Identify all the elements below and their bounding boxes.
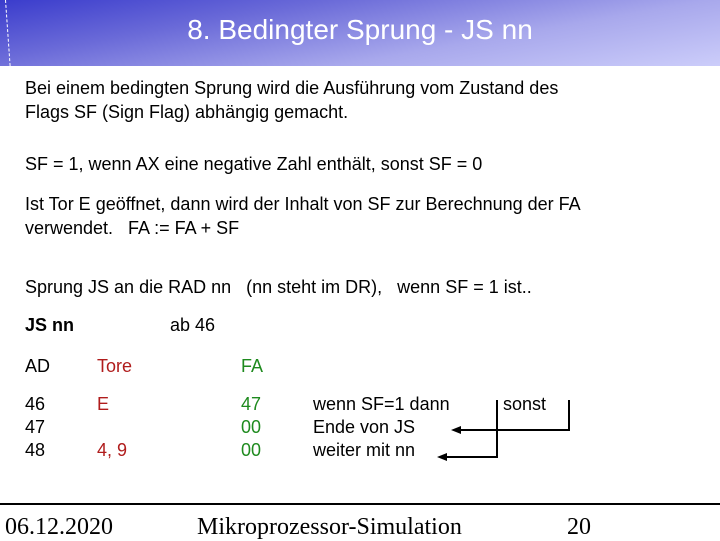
- flow-arrows: [437, 400, 570, 461]
- footer-title: Mikroprozessor-Simulation: [197, 514, 462, 540]
- arrow-else-branch: [460, 400, 570, 431]
- arrow-head-weiter: [437, 453, 447, 461]
- arrow-head-ende: [451, 426, 461, 434]
- footer-date: 06.12.2020: [5, 514, 113, 540]
- arrow-then-branch: [446, 400, 498, 458]
- footer-divider: [0, 503, 720, 505]
- footer-page-number: 20: [567, 514, 591, 540]
